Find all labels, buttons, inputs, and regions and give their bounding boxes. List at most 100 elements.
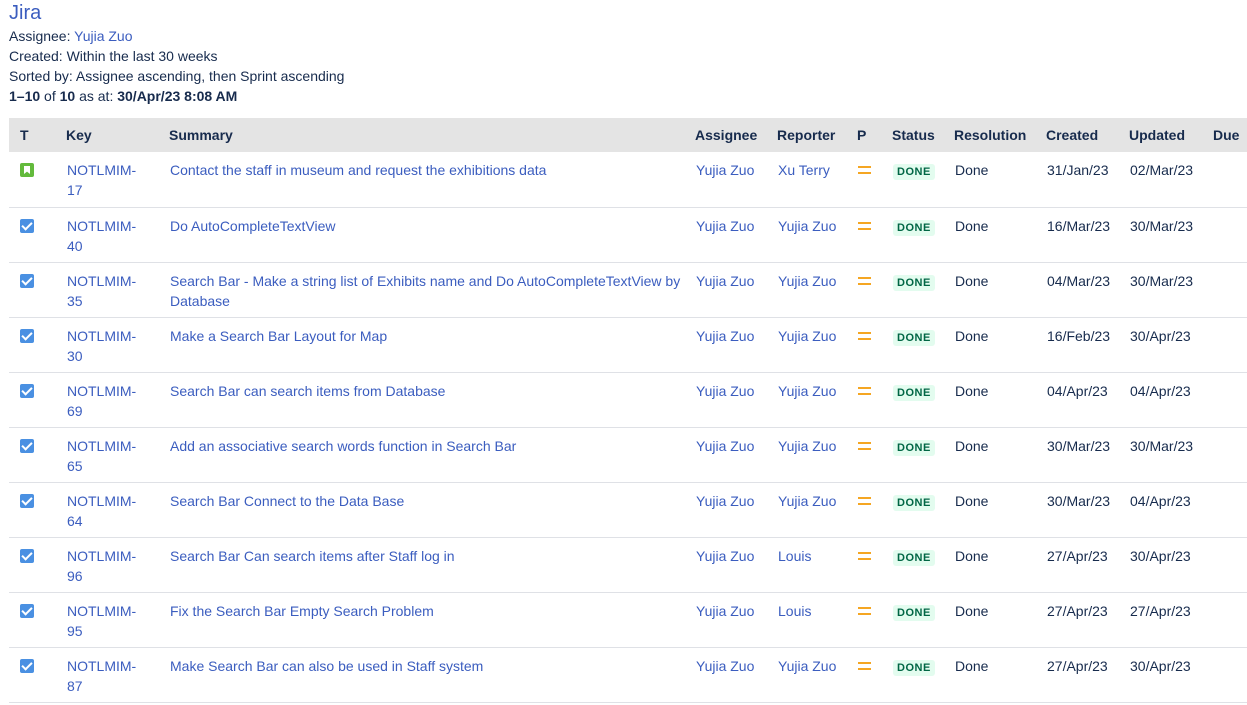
task-checkbox-icon[interactable] (20, 548, 34, 563)
column-key[interactable]: Key (66, 118, 169, 152)
task-checkbox-icon[interactable] (20, 438, 34, 453)
table-row: NOTLMIM- 30 Make a Search Bar Layout for … (9, 317, 1247, 372)
status-badge: DONE (893, 274, 935, 291)
reporter-link[interactable]: Yujia Zuo (778, 438, 836, 454)
status-badge: DONE (893, 384, 935, 401)
reporter-link[interactable]: Louis (778, 603, 811, 619)
task-checkbox-icon[interactable] (20, 218, 34, 233)
status-badge: DONE (893, 659, 935, 676)
status-badge: DONE (893, 439, 935, 456)
reporter-link[interactable]: Yujia Zuo (778, 493, 836, 509)
assignee-link[interactable]: Yujia Zuo (696, 162, 754, 178)
assignee-link[interactable]: Yujia Zuo (696, 548, 754, 564)
issue-summary-link[interactable]: Search Bar Can search items after Staff … (170, 548, 455, 564)
column-updated[interactable]: Updated (1129, 118, 1213, 152)
due-date (1213, 317, 1247, 372)
column-priority[interactable]: P (857, 118, 892, 152)
issue-key-link[interactable]: NOTLMIM- 17 (67, 162, 136, 198)
reporter-link[interactable]: Yujia Zuo (778, 383, 836, 399)
task-checkbox-icon[interactable] (20, 658, 34, 673)
medium-priority-icon (858, 276, 871, 286)
assignee-filter-link[interactable]: Yujia Zuo (74, 28, 132, 44)
issue-summary-link[interactable]: Search Bar Connect to the Data Base (170, 493, 404, 509)
medium-priority-icon (858, 331, 871, 341)
created-date: 16/Mar/23 (1047, 217, 1111, 234)
medium-priority-icon (858, 551, 871, 561)
task-checkbox-icon[interactable] (20, 328, 34, 343)
resolution-cell: Done (955, 602, 989, 619)
updated-date: 30/Apr/23 (1130, 327, 1191, 344)
issue-key-link[interactable]: NOTLMIM- 69 (67, 383, 136, 419)
issue-key-link[interactable]: NOTLMIM- 40 (67, 218, 136, 254)
medium-priority-icon (858, 606, 871, 616)
filter-created: Created: Within the last 30 weeks (9, 48, 218, 64)
created-date: 04/Apr/23 (1047, 382, 1108, 399)
issue-summary-link[interactable]: Search Bar - Make a string list of Exhib… (170, 273, 680, 309)
updated-date: 04/Apr/23 (1130, 492, 1191, 509)
column-due[interactable]: Due (1213, 118, 1247, 152)
issue-summary-link[interactable]: Add an associative search words function… (170, 438, 516, 454)
assignee-link[interactable]: Yujia Zuo (696, 328, 754, 344)
updated-date: 30/Mar/23 (1130, 437, 1194, 454)
story-icon[interactable] (20, 163, 34, 177)
reporter-link[interactable]: Xu Terry (778, 162, 830, 178)
issue-summary-link[interactable]: Make Search Bar can also be used in Staf… (170, 658, 483, 674)
task-checkbox-icon[interactable] (20, 383, 34, 398)
issue-key-link[interactable]: NOTLMIM- 65 (67, 438, 136, 474)
medium-priority-icon (858, 496, 871, 506)
column-type[interactable]: T (9, 118, 66, 152)
created-date: 27/Apr/23 (1047, 602, 1108, 619)
reporter-link[interactable]: Louis (778, 548, 811, 564)
issue-summary-link[interactable]: Contact the staff in museum and request … (170, 162, 546, 178)
table-row: NOTLMIM- 35 Search Bar - Make a string li… (9, 262, 1247, 317)
resolution-cell: Done (955, 547, 989, 564)
page-title[interactable]: Jira (9, 0, 344, 26)
updated-date: 04/Apr/23 (1130, 382, 1191, 399)
issue-key-link[interactable]: NOTLMIM- 64 (67, 493, 136, 529)
due-date (1213, 482, 1247, 537)
resolution-cell: Done (955, 437, 989, 454)
issue-key-link[interactable]: NOTLMIM- 35 (67, 273, 136, 309)
issue-key-link[interactable]: NOTLMIM- 95 (67, 603, 136, 639)
task-checkbox-icon[interactable] (20, 273, 34, 288)
resolution-cell: Done (955, 272, 989, 289)
assignee-link[interactable]: Yujia Zuo (696, 493, 754, 509)
issue-summary-link[interactable]: Search Bar can search items from Databas… (170, 383, 445, 399)
reporter-link[interactable]: Yujia Zuo (778, 658, 836, 674)
created-date: 27/Apr/23 (1047, 657, 1108, 674)
status-badge: DONE (893, 219, 935, 236)
assignee-link[interactable]: Yujia Zuo (696, 603, 754, 619)
task-checkbox-icon[interactable] (20, 603, 34, 618)
issue-summary-link[interactable]: Make a Search Bar Layout for Map (170, 328, 387, 344)
issue-summary-link[interactable]: Do AutoCompleteTextView (170, 218, 336, 234)
issues-table: T Key Summary Assignee Reporter P Status… (9, 118, 1247, 703)
column-summary[interactable]: Summary (169, 118, 695, 152)
updated-date: 30/Mar/23 (1130, 272, 1194, 289)
assignee-link[interactable]: Yujia Zuo (696, 273, 754, 289)
issue-key-link[interactable]: NOTLMIM- 96 (67, 548, 136, 584)
column-created[interactable]: Created (1046, 118, 1129, 152)
assignee-label: Assignee: (9, 28, 75, 44)
column-resolution[interactable]: Resolution (954, 118, 1046, 152)
assignee-link[interactable]: Yujia Zuo (696, 218, 754, 234)
issue-key-link[interactable]: NOTLMIM- 87 (67, 658, 136, 694)
task-checkbox-icon[interactable] (20, 493, 34, 508)
issue-summary-link[interactable]: Fix the Search Bar Empty Search Problem (170, 603, 434, 619)
issue-key-link[interactable]: NOTLMIM- 30 (67, 328, 136, 364)
table-row: NOTLMIM- 87 Make Search Bar can also be u… (9, 647, 1247, 702)
medium-priority-icon (858, 661, 871, 671)
updated-date: 30/Apr/23 (1130, 547, 1191, 564)
assignee-link[interactable]: Yujia Zuo (696, 438, 754, 454)
reporter-link[interactable]: Yujia Zuo (778, 218, 836, 234)
reporter-link[interactable]: Yujia Zuo (778, 328, 836, 344)
assignee-link[interactable]: Yujia Zuo (696, 658, 754, 674)
column-status[interactable]: Status (892, 118, 954, 152)
column-reporter[interactable]: Reporter (777, 118, 857, 152)
column-assignee[interactable]: Assignee (695, 118, 777, 152)
due-date (1213, 592, 1247, 647)
assignee-link[interactable]: Yujia Zuo (696, 383, 754, 399)
reporter-link[interactable]: Yujia Zuo (778, 273, 836, 289)
report-header: Jira Assignee: Yujia Zuo Created: Within… (9, 0, 344, 106)
updated-date: 27/Apr/23 (1130, 602, 1191, 619)
status-badge: DONE (893, 329, 935, 346)
